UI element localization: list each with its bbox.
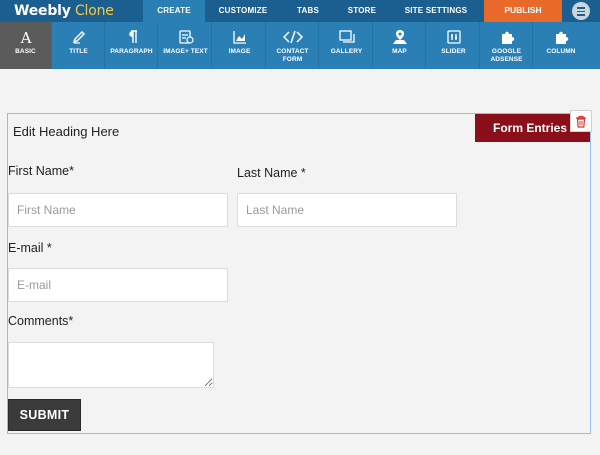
first-name-input[interactable] (8, 193, 228, 227)
tab-store[interactable]: STORE (340, 0, 384, 22)
tab-tabs[interactable]: TABS (284, 0, 332, 22)
element-toolbar: A BASIC TITLE PARAGRAPH IMAGE+ TEXT IMAG… (0, 22, 600, 69)
tool-gallery[interactable]: GALLERY (321, 22, 373, 69)
tool-contact-form[interactable]: CONTACT FORM (267, 22, 319, 69)
tool-label: IMAGE+ TEXT (163, 48, 208, 55)
map-icon (374, 28, 425, 46)
email-input[interactable] (8, 268, 228, 302)
tool-label: MAP (392, 48, 407, 55)
last-name-input[interactable] (237, 193, 457, 227)
publish-button[interactable]: PUBLISH (484, 0, 562, 22)
tool-map[interactable]: MAP (374, 22, 426, 69)
pilcrow-icon (106, 28, 157, 46)
tab-create[interactable]: CREATE (143, 0, 205, 22)
comments-textarea[interactable] (8, 342, 214, 388)
tool-column[interactable]: COLUMN (535, 22, 587, 69)
image-chart-icon (214, 28, 265, 46)
tool-label: SLIDER (441, 48, 466, 55)
tool-basic[interactable]: A BASIC (0, 22, 52, 69)
first-name-label: First Name* (8, 164, 74, 178)
pen-icon (53, 28, 104, 46)
text-font-icon: A (0, 28, 51, 46)
tool-label: IMAGE (228, 48, 251, 55)
tool-label: GOOGLE ADSENSE (490, 48, 523, 63)
logo-suffix-text: Clone (70, 3, 114, 19)
tool-image[interactable]: IMAGE (214, 22, 266, 69)
tool-label: PARAGRAPH (110, 48, 153, 55)
submit-button[interactable]: SUBMIT (8, 399, 81, 431)
comments-label: Comments* (8, 314, 74, 328)
app-logo[interactable]: Weebly Clone (14, 1, 114, 21)
email-label: E-mail * (8, 241, 52, 255)
gallery-icon (321, 28, 372, 46)
puzzle-icon (535, 28, 587, 46)
tool-label: TITLE (69, 48, 88, 55)
tab-customize[interactable]: CUSTOMIZE (212, 0, 274, 22)
tool-title[interactable]: TITLE (53, 22, 105, 69)
tool-google-adsense[interactable]: GOOGLE ADSENSE (481, 22, 533, 69)
image-text-icon (160, 28, 211, 46)
tool-label: COLUMN (546, 48, 576, 55)
slider-icon (428, 28, 479, 46)
puzzle-icon (481, 28, 532, 46)
tool-label: CONTACT FORM (276, 48, 309, 63)
code-icon (267, 28, 318, 46)
tool-paragraph[interactable]: PARAGRAPH (106, 22, 158, 69)
top-navigation-bar: Weebly Clone CREATE CUSTOMIZE TABS STORE… (0, 0, 600, 22)
tool-slider[interactable]: SLIDER (428, 22, 480, 69)
tool-image-text[interactable]: IMAGE+ TEXT (160, 22, 212, 69)
logo-text: Weebly (14, 3, 71, 19)
tool-label: GALLERY (330, 48, 363, 55)
form-heading[interactable]: Edit Heading Here (13, 124, 119, 139)
hamburger-menu-icon[interactable] (572, 2, 590, 20)
last-name-label: Last Name * (237, 166, 306, 180)
trash-icon[interactable] (570, 110, 592, 132)
tab-site-settings[interactable]: SITE SETTINGS (398, 0, 474, 22)
tool-label: BASIC (15, 48, 36, 55)
svg-text:A: A (19, 29, 31, 45)
